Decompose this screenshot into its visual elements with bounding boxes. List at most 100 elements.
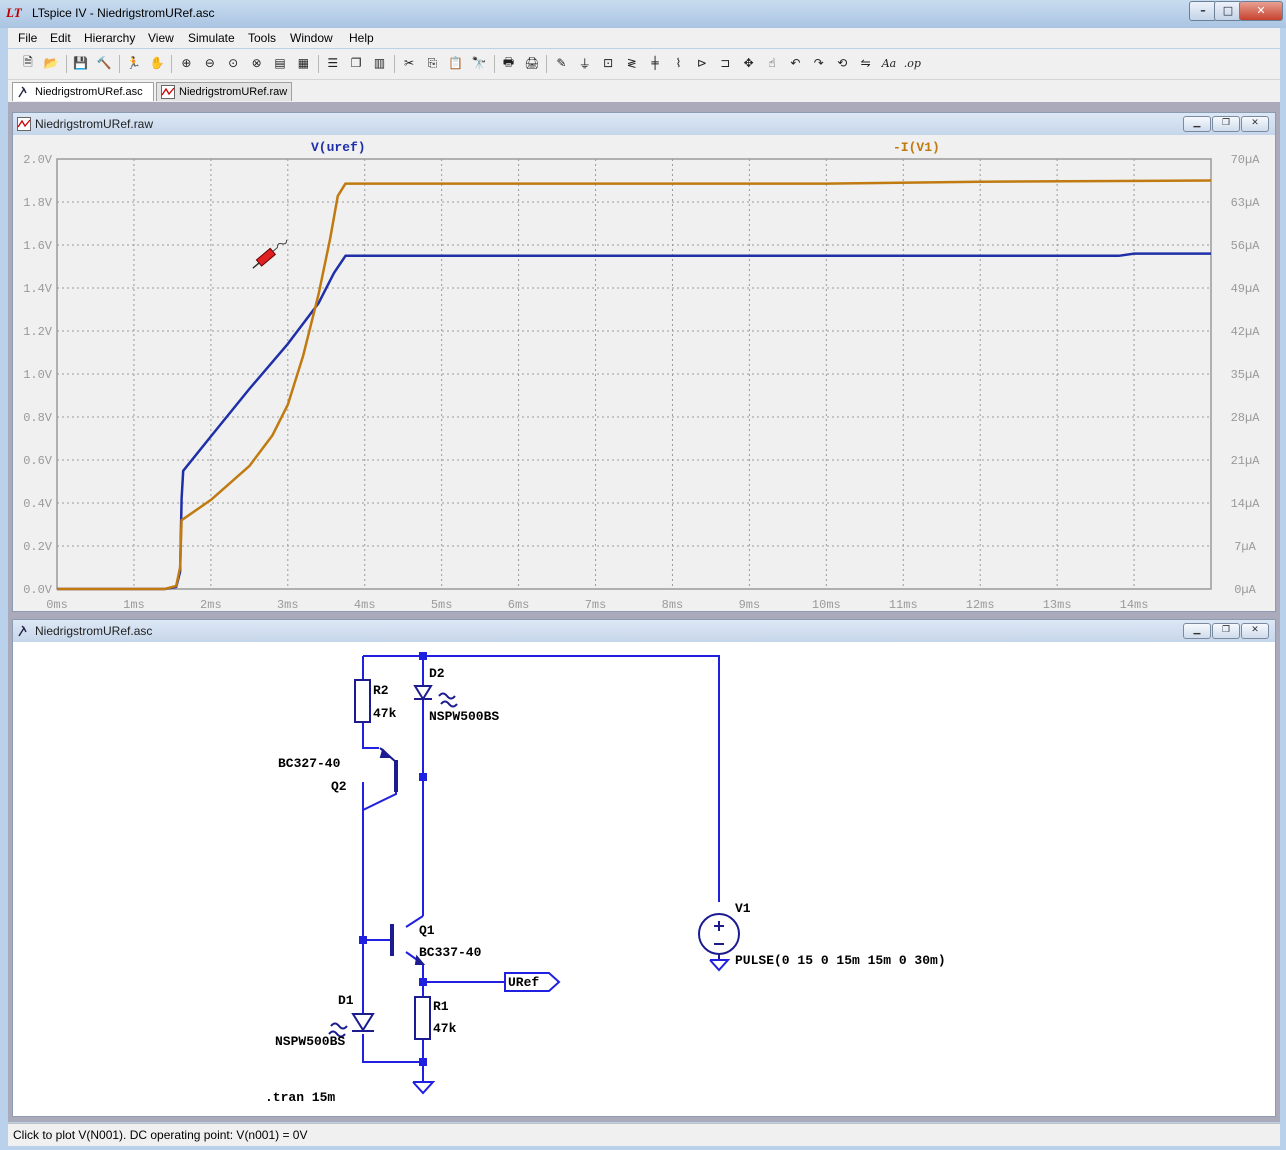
wire-icon[interactable]: ✎: [551, 53, 571, 73]
d2-model[interactable]: NSPW500BS: [429, 709, 499, 724]
y-right-tick-label: 28µA: [1231, 411, 1261, 425]
toolbar-separator: [394, 55, 395, 73]
d1-model[interactable]: NSPW500BS: [275, 1034, 345, 1049]
waveform-icon: [161, 85, 175, 99]
cascade-icon[interactable]: ❐: [346, 53, 366, 73]
text-icon[interactable]: Aa: [879, 53, 899, 73]
x-tick-label: 2ms: [200, 598, 222, 611]
menu-file[interactable]: File: [18, 31, 37, 45]
label-net-icon[interactable]: ⊡: [598, 53, 618, 73]
tab-schematic[interactable]: NiedrigstromURef.asc: [12, 82, 154, 101]
zoom-out-icon[interactable]: ⊖: [200, 53, 220, 73]
component-icon[interactable]: ⊐: [715, 53, 735, 73]
open-icon[interactable]: 📂: [41, 53, 61, 73]
status-bar: Click to plot V(N001). DC operating poin…: [8, 1123, 1280, 1146]
copy-icon[interactable]: ⎘: [422, 53, 442, 73]
ltspice-logo-icon: LT: [6, 5, 22, 20]
r1-name[interactable]: R1: [433, 999, 449, 1014]
zoom-in-icon[interactable]: ⊕: [176, 53, 196, 73]
undo-icon[interactable]: ↶: [785, 53, 805, 73]
run-icon[interactable]: 🏃: [124, 53, 144, 73]
find-icon[interactable]: 🔭: [469, 53, 489, 73]
y-right-tick-label: 14µA: [1231, 497, 1261, 511]
x-tick-label: 4ms: [354, 598, 376, 611]
toolbar: 🗎 📂 💾 🔨 🏃 ✋ ⊕ ⊖ ⊙ ⊗ ▤ ▦ ☰ ❐ ▥ ✂ ⎘ 📋 🔭 🖶 🖨 ✎ ⏚ ⊡ ≷ ╪ ⌇ ⊳ ⊐ ✥ ☝ ↶ ↷ ⟲ ⇋ Aa .op: [8, 49, 1280, 80]
waveform-window-title: NiedrigstromURef.raw: [35, 117, 154, 131]
control-panel-icon[interactable]: 🔨: [94, 53, 114, 73]
y-left-tick-label: 0.8V: [23, 411, 53, 425]
spice-directive[interactable]: .tran 15m: [265, 1090, 335, 1105]
rotate-icon[interactable]: ⟲: [832, 53, 852, 73]
x-tick-label: 7ms: [585, 598, 607, 611]
menu-tools[interactable]: Tools: [248, 31, 276, 45]
status-text: Click to plot V(N001). DC operating poin…: [13, 1128, 308, 1142]
x-tick-label: 1ms: [123, 598, 145, 611]
waveform-minimize-button[interactable]: ▁: [1183, 116, 1211, 132]
menu-hierarchy[interactable]: Hierarchy: [84, 31, 135, 45]
print-preview-icon[interactable]: 🖶: [499, 53, 519, 73]
r1-resistor-icon[interactable]: [414, 996, 431, 1040]
y-left-tick-label: 2.0V: [23, 153, 53, 167]
menu-view[interactable]: View: [148, 31, 174, 45]
close-button[interactable]: ✕: [1239, 1, 1283, 21]
cut-icon[interactable]: ✂: [399, 53, 419, 73]
spice-directive-icon[interactable]: .op: [902, 53, 922, 73]
new-schematic-icon[interactable]: 🗎: [18, 53, 38, 73]
y-right-tick-label: 21µA: [1231, 454, 1261, 468]
paste-icon[interactable]: 📋: [446, 53, 466, 73]
print-icon[interactable]: 🖨: [522, 53, 542, 73]
save-icon[interactable]: 💾: [71, 53, 91, 73]
trace-label-vuref[interactable]: V(uref): [311, 140, 366, 155]
waveform-close-button[interactable]: ✕: [1241, 116, 1269, 132]
uref-label[interactable]: URef: [508, 975, 539, 990]
mirror-icon[interactable]: ⇋: [856, 53, 876, 73]
menu-window[interactable]: Window: [290, 31, 333, 45]
waveform-restore-button[interactable]: ❐: [1212, 116, 1240, 132]
waveform-window-titlebar: NiedrigstromURef.raw ▁ ❐ ✕: [13, 113, 1275, 135]
r1-value[interactable]: 47k: [433, 1021, 457, 1036]
drag-icon[interactable]: ☝: [762, 53, 782, 73]
schematic-window-title: NiedrigstromURef.asc: [35, 624, 153, 638]
halt-icon[interactable]: ✋: [147, 53, 167, 73]
q2-name[interactable]: Q2: [331, 779, 347, 794]
r2-resistor-icon[interactable]: [354, 679, 371, 723]
tab-waveform[interactable]: NiedrigstromURef.raw: [156, 82, 292, 101]
menu-help[interactable]: Help: [349, 31, 374, 45]
v1-name[interactable]: V1: [735, 901, 751, 916]
q1-name[interactable]: Q1: [419, 923, 435, 938]
y-right-tick-label: 0µA: [1234, 583, 1256, 597]
schematic-close-button[interactable]: ✕: [1241, 623, 1269, 639]
q2-model[interactable]: BC327-40: [278, 756, 341, 771]
grid-icon[interactable]: ▦: [293, 53, 313, 73]
schematic-canvas[interactable]: R2 47k D2 NSPW500BS BC327-40 Q2 Q1 BC337…: [13, 642, 1275, 1116]
schematic-minimize-button[interactable]: ▁: [1183, 623, 1211, 639]
waveform-plot[interactable]: 0ms 1ms 2ms 3ms 4ms 5ms 6ms 7ms 8ms 9ms 10ms 11ms 12…: [13, 135, 1275, 611]
menu-edit[interactable]: Edit: [50, 31, 71, 45]
inductor-icon[interactable]: ⌇: [668, 53, 688, 73]
r2-name[interactable]: R2: [373, 683, 389, 698]
maximize-button[interactable]: □: [1214, 1, 1242, 21]
menu-simulate[interactable]: Simulate: [188, 31, 235, 45]
ground-icon[interactable]: ⏚: [575, 53, 595, 73]
tile-horizontal-icon[interactable]: ☰: [323, 53, 343, 73]
resistor-icon[interactable]: ≷: [622, 53, 642, 73]
autorange-icon[interactable]: ▤: [270, 53, 290, 73]
move-icon[interactable]: ✥: [739, 53, 759, 73]
schematic-restore-button[interactable]: ❐: [1212, 623, 1240, 639]
minimize-button[interactable]: –: [1189, 1, 1217, 21]
zoom-fit-icon[interactable]: ⊙: [223, 53, 243, 73]
v1-value[interactable]: PULSE(0 15 0 15m 15m 0 30m): [735, 953, 946, 968]
trace-label-iv1[interactable]: -I(V1): [893, 140, 940, 155]
r2-value[interactable]: 47k: [373, 706, 397, 721]
diode-icon[interactable]: ⊳: [692, 53, 712, 73]
zoom-cancel-icon[interactable]: ⊗: [247, 53, 267, 73]
redo-icon[interactable]: ↷: [809, 53, 829, 73]
capacitor-icon[interactable]: ╪: [645, 53, 665, 73]
q1-model[interactable]: BC337-40: [419, 945, 482, 960]
d2-name[interactable]: D2: [429, 666, 445, 681]
x-tick-label: 0ms: [46, 598, 68, 611]
y-right-tick-label: 7µA: [1234, 540, 1256, 554]
y-left-tick-label: 1.2V: [23, 325, 53, 339]
d1-name[interactable]: D1: [338, 993, 354, 1008]
tile-vertical-icon[interactable]: ▥: [370, 53, 390, 73]
